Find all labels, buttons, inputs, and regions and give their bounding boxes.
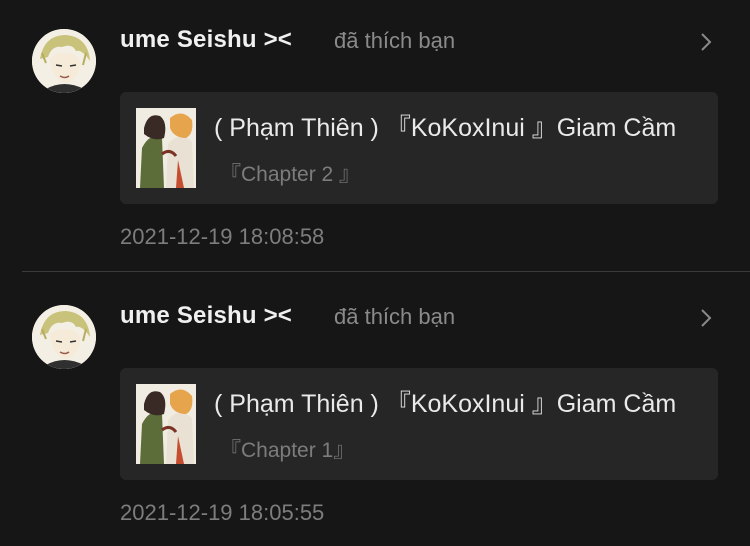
notification-item[interactable]: ume Seishu >< đã thích bạn ( Phạm Thiên … <box>0 0 750 270</box>
story-card[interactable]: ( Phạm Thiên ) 『KoKoxInui 』Giam Cầm 『Cha… <box>120 368 718 480</box>
chapter-label: 『Chapter 1』 <box>220 439 355 462</box>
chevron-right-icon[interactable] <box>700 32 712 52</box>
timestamp: 2021-12-19 18:05:55 <box>120 500 325 525</box>
notification-item[interactable]: ume Seishu >< đã thích bạn ( Phạm Thiên … <box>0 276 750 546</box>
timestamp: 2021-12-19 18:08:58 <box>120 224 325 249</box>
avatar[interactable] <box>32 305 96 369</box>
avatar-illustration-icon <box>32 29 96 93</box>
chevron-right-icon[interactable] <box>700 308 712 328</box>
avatar-illustration-icon <box>32 305 96 369</box>
username[interactable]: ume Seishu >< <box>120 302 292 330</box>
story-cover-illustration-icon <box>136 108 196 188</box>
chapter-label: 『Chapter 2 』 <box>220 163 361 186</box>
divider <box>22 271 750 272</box>
action-text: đã thích bạn <box>334 28 456 53</box>
story-title: ( Phạm Thiên ) 『KoKoxInui 』Giam Cầm <box>214 114 677 142</box>
avatar[interactable] <box>32 29 96 93</box>
story-cover-illustration-icon <box>136 384 196 464</box>
story-cover[interactable] <box>136 384 196 464</box>
story-card[interactable]: ( Phạm Thiên ) 『KoKoxInui 』Giam Cầm 『Cha… <box>120 92 718 204</box>
action-text: đã thích bạn <box>334 304 456 329</box>
username[interactable]: ume Seishu >< <box>120 26 292 54</box>
story-title: ( Phạm Thiên ) 『KoKoxInui 』Giam Cầm <box>214 390 677 418</box>
story-cover[interactable] <box>136 108 196 188</box>
